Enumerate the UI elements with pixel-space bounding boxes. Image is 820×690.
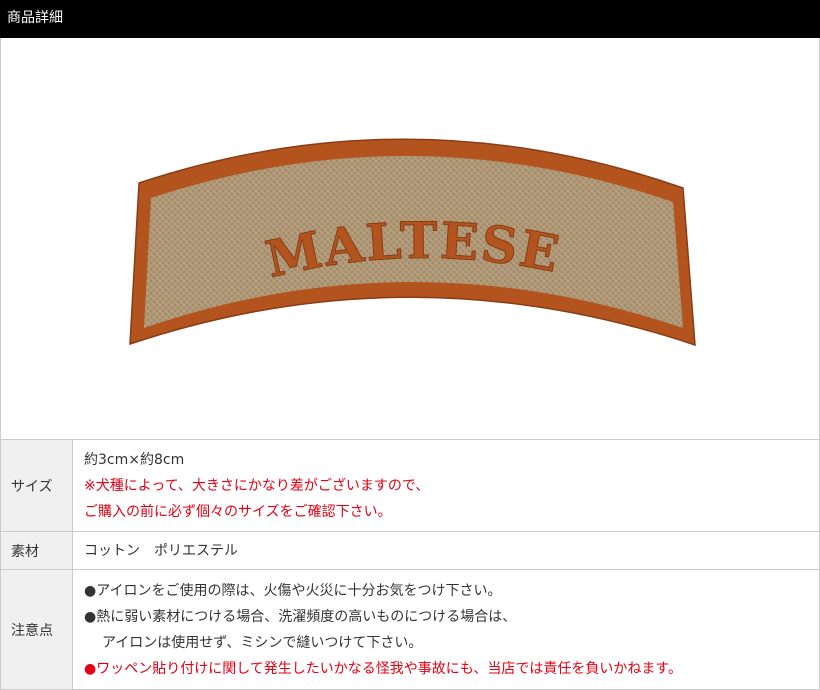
spec-value-caution: ●アイロンをご使用の際は、火傷や火災に十分お気をつけ下さい。 ●熱に弱い素材につ… (72, 569, 820, 690)
spec-row-caution: 注意点 ●アイロンをご使用の際は、火傷や火災に十分お気をつけ下さい。 ●熱に弱い… (0, 569, 820, 690)
product-image-area: MALTESE (0, 38, 820, 439)
spec-value-material: コットン ポリエステル (72, 531, 820, 570)
size-value: 約3cm×約8cm (84, 451, 185, 468)
size-warning-1: ※犬種によって、大きさにかなり差がございますので、 (84, 477, 430, 494)
spec-table: サイズ 約3cm×約8cm ※犬種によって、大きさにかなり差がございますので、 … (0, 439, 820, 690)
caution-line-1: ●アイロンをご使用の際は、火傷や火災に十分お気をつけ下さい。 (84, 582, 502, 599)
section-header: 商品詳細 (0, 0, 820, 38)
section-title: 商品詳細 (7, 10, 63, 26)
spec-value-size: 約3cm×約8cm ※犬種によって、大きさにかなり差がございますので、 ご購入の… (72, 439, 820, 532)
caution-line-2: ●熱に弱い素材につける場合、洗濯頻度の高いものにつける場合は、 (84, 608, 517, 625)
size-warning-2: ご購入の前に必ず個々のサイズをご確認下さい。 (84, 503, 392, 520)
spec-label-size: サイズ (0, 439, 73, 532)
patch-image: MALTESE (129, 138, 696, 347)
spec-row-size: サイズ 約3cm×約8cm ※犬種によって、大きさにかなり差がございますので、 … (0, 439, 820, 532)
caution-line-3: アイロンは使用せず、ミシンで縫いつけて下さい。 (102, 634, 423, 651)
spec-label-caution: 注意点 (0, 569, 73, 690)
spec-row-material: 素材 コットン ポリエステル (0, 531, 820, 570)
spec-label-material: 素材 (0, 531, 73, 570)
caution-line-4: ●ワッペン貼り付けに関して発生したいかなる怪我や事故にも、当店では責任を負いかね… (84, 660, 682, 677)
